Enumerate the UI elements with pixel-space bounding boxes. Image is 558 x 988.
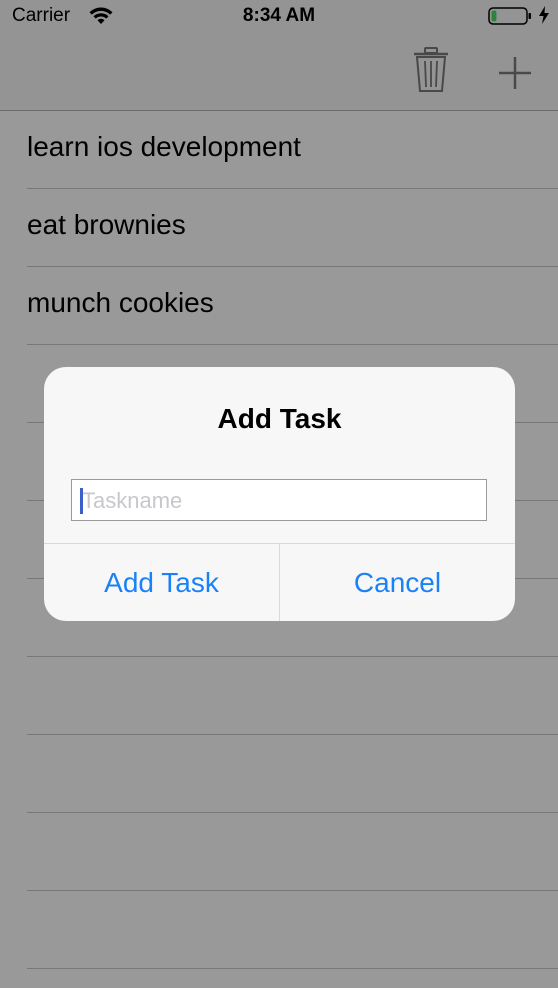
taskname-input[interactable]: Taskname (71, 479, 487, 521)
add-task-button[interactable]: Add Task (44, 544, 279, 621)
add-task-alert: Add Task Taskname Add Task Cancel (44, 367, 515, 621)
alert-title: Add Task (217, 403, 342, 434)
taskname-placeholder: Taskname (82, 488, 183, 513)
screen: Carrier 8:34 AM learn ios development ea… (0, 0, 558, 988)
cancel-button[interactable]: Cancel (280, 544, 515, 621)
text-cursor (80, 488, 83, 514)
